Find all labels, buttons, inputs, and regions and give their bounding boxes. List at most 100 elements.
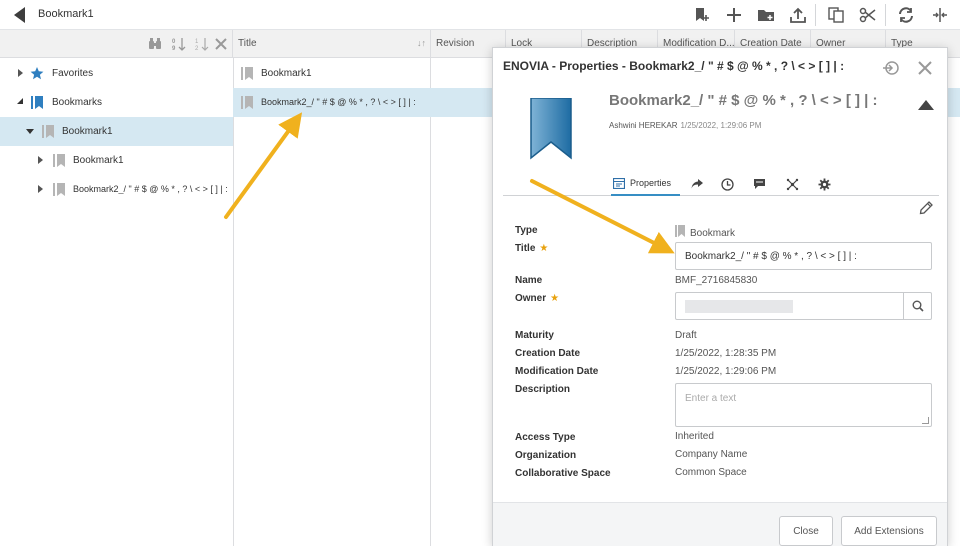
sort-descending-icon[interactable]: 12 xyxy=(193,35,211,53)
tree-item-label: Bookmark2_/ " # $ @ % * , ? \ < > [ ] | … xyxy=(73,184,228,194)
expand-icon[interactable] xyxy=(38,156,43,164)
share-icon xyxy=(691,179,703,189)
expand-icon[interactable] xyxy=(18,69,23,77)
tree-item-favorites[interactable]: Favorites xyxy=(0,59,233,88)
comment-icon xyxy=(753,179,765,189)
type-label: Type xyxy=(515,225,538,236)
svg-text:0: 0 xyxy=(172,39,176,45)
tree-header: 09 12 xyxy=(0,30,233,58)
breadcrumb-title: Bookmark1 xyxy=(38,8,94,20)
binoculars-icon[interactable] xyxy=(146,35,164,53)
bookmark-folder-icon xyxy=(31,96,43,109)
back-arrow-icon[interactable] xyxy=(14,7,25,23)
bookmark-large-icon xyxy=(530,98,572,160)
resize-handle-icon[interactable] xyxy=(922,417,929,424)
maturity-value: Draft xyxy=(675,330,697,341)
tab-properties[interactable]: Properties xyxy=(611,172,680,196)
required-star-icon: ★ xyxy=(539,243,549,254)
collapse-icon[interactable] xyxy=(17,98,23,104)
panel-title: ENOVIA - Properties - Bookmark2_/ " # $ … xyxy=(503,59,845,73)
title-input[interactable]: Bookmark2_/ " # $ @ % * , ? \ < > [ ] | … xyxy=(675,242,932,270)
access-type-label: Access Type xyxy=(515,432,576,443)
access-type-value: Inherited xyxy=(675,431,714,442)
organization-value: Company Name xyxy=(675,449,748,460)
tab-share[interactable] xyxy=(687,172,707,196)
tab-comments[interactable] xyxy=(749,172,769,196)
tree-item-bookmark1-child[interactable]: Bookmark1 xyxy=(0,146,233,175)
title-label-text: Title xyxy=(515,243,536,254)
relations-icon xyxy=(786,178,798,190)
description-label: Description xyxy=(515,384,571,395)
search-icon[interactable] xyxy=(903,293,931,319)
bookmark-icon xyxy=(53,183,65,196)
bookmark-icon xyxy=(241,67,253,80)
owner-value-redacted xyxy=(685,300,793,313)
tree-item-label: Bookmark1 xyxy=(73,155,124,166)
sort-ascending-icon[interactable]: 09 xyxy=(170,35,188,53)
folder-add-icon[interactable] xyxy=(754,4,778,26)
column-divider xyxy=(430,58,431,546)
type-value: Bookmark xyxy=(675,225,735,239)
collapse-icon[interactable] xyxy=(26,129,34,134)
refresh-icon[interactable] xyxy=(894,4,918,26)
collaborative-space-label: Collaborative Space xyxy=(515,468,611,479)
split-view-icon[interactable] xyxy=(928,4,952,26)
bookmark-icon xyxy=(241,96,253,109)
collapse-header-icon[interactable] xyxy=(918,100,934,110)
panel-tabs: Properties xyxy=(503,172,939,196)
copy-icon[interactable] xyxy=(824,4,848,26)
column-header-label: Title xyxy=(238,38,257,49)
title-label: Title ★ xyxy=(515,243,548,254)
object-author: Ashwini HEREKAR 1/25/2022, 1:29:06 PM xyxy=(609,121,761,130)
upload-icon[interactable] xyxy=(786,4,810,26)
name-label: Name xyxy=(515,275,543,286)
tree-item-bookmark1-selected[interactable]: Bookmark1 xyxy=(0,117,233,146)
detach-icon[interactable] xyxy=(881,58,901,78)
close-button[interactable]: Close xyxy=(779,516,833,546)
panel-footer: Close Add Extensions xyxy=(493,502,947,546)
bookmark-icon xyxy=(42,125,54,138)
add-extensions-button[interactable]: Add Extensions xyxy=(841,516,937,546)
author-date: 1/25/2022, 1:29:06 PM xyxy=(680,121,762,130)
history-icon xyxy=(720,177,734,191)
tab-label: Properties xyxy=(630,178,672,188)
tree-item-bookmark2[interactable]: Bookmark2_/ " # $ @ % * , ? \ < > [ ] | … xyxy=(0,175,233,204)
author-name: Ashwini HEREKAR xyxy=(609,121,678,130)
edit-pencil-icon[interactable] xyxy=(918,200,934,216)
plus-icon[interactable] xyxy=(722,4,746,26)
svg-text:1: 1 xyxy=(195,39,199,45)
owner-label: Owner ★ xyxy=(515,293,559,304)
maturity-label: Maturity xyxy=(515,330,554,341)
tab-settings[interactable] xyxy=(814,172,834,196)
description-textarea[interactable]: Enter a text xyxy=(675,383,932,427)
row-title: Bookmark1 xyxy=(261,68,312,79)
sort-icon[interactable]: ↓↑ xyxy=(417,38,426,48)
modification-date-value: 1/25/2022, 1:29:06 PM xyxy=(675,366,777,377)
close-icon[interactable] xyxy=(915,58,935,78)
svg-text:2: 2 xyxy=(195,46,199,51)
svg-text:9: 9 xyxy=(172,46,176,51)
tab-history[interactable] xyxy=(717,172,737,196)
tab-relations[interactable] xyxy=(782,172,802,196)
creation-date-value: 1/25/2022, 1:28:35 PM xyxy=(675,348,777,359)
owner-input[interactable] xyxy=(675,292,932,320)
title-input-value: Bookmark2_/ " # $ @ % * , ? \ < > [ ] | … xyxy=(685,251,857,262)
tree-grid-divider xyxy=(233,58,234,546)
description-placeholder: Enter a text xyxy=(685,393,737,404)
object-title: Bookmark2_/ " # $ @ % * , ? \ < > [ ] | … xyxy=(609,92,878,109)
type-text: Bookmark xyxy=(690,228,736,239)
required-star-icon: ★ xyxy=(550,293,560,304)
properties-panel: ENOVIA - Properties - Bookmark2_/ " # $ … xyxy=(492,47,948,546)
bookmark-icon xyxy=(53,154,65,167)
properties-icon xyxy=(613,177,625,189)
top-toolbar: Bookmark1 xyxy=(0,0,960,30)
cut-icon[interactable] xyxy=(856,4,880,26)
tree-item-bookmarks[interactable]: Bookmarks xyxy=(0,88,233,117)
row-title: Bookmark2_/ " # $ @ % * , ? \ < > [ ] | … xyxy=(261,97,416,107)
tree-item-label: Bookmark1 xyxy=(62,126,113,137)
expand-icon[interactable] xyxy=(38,185,43,193)
column-header-title[interactable]: Title ↓↑ xyxy=(233,30,431,58)
bookmark-add-icon[interactable] xyxy=(690,4,714,26)
close-icon[interactable] xyxy=(212,35,230,53)
annotation-arrow-to-grid-row xyxy=(224,112,303,219)
